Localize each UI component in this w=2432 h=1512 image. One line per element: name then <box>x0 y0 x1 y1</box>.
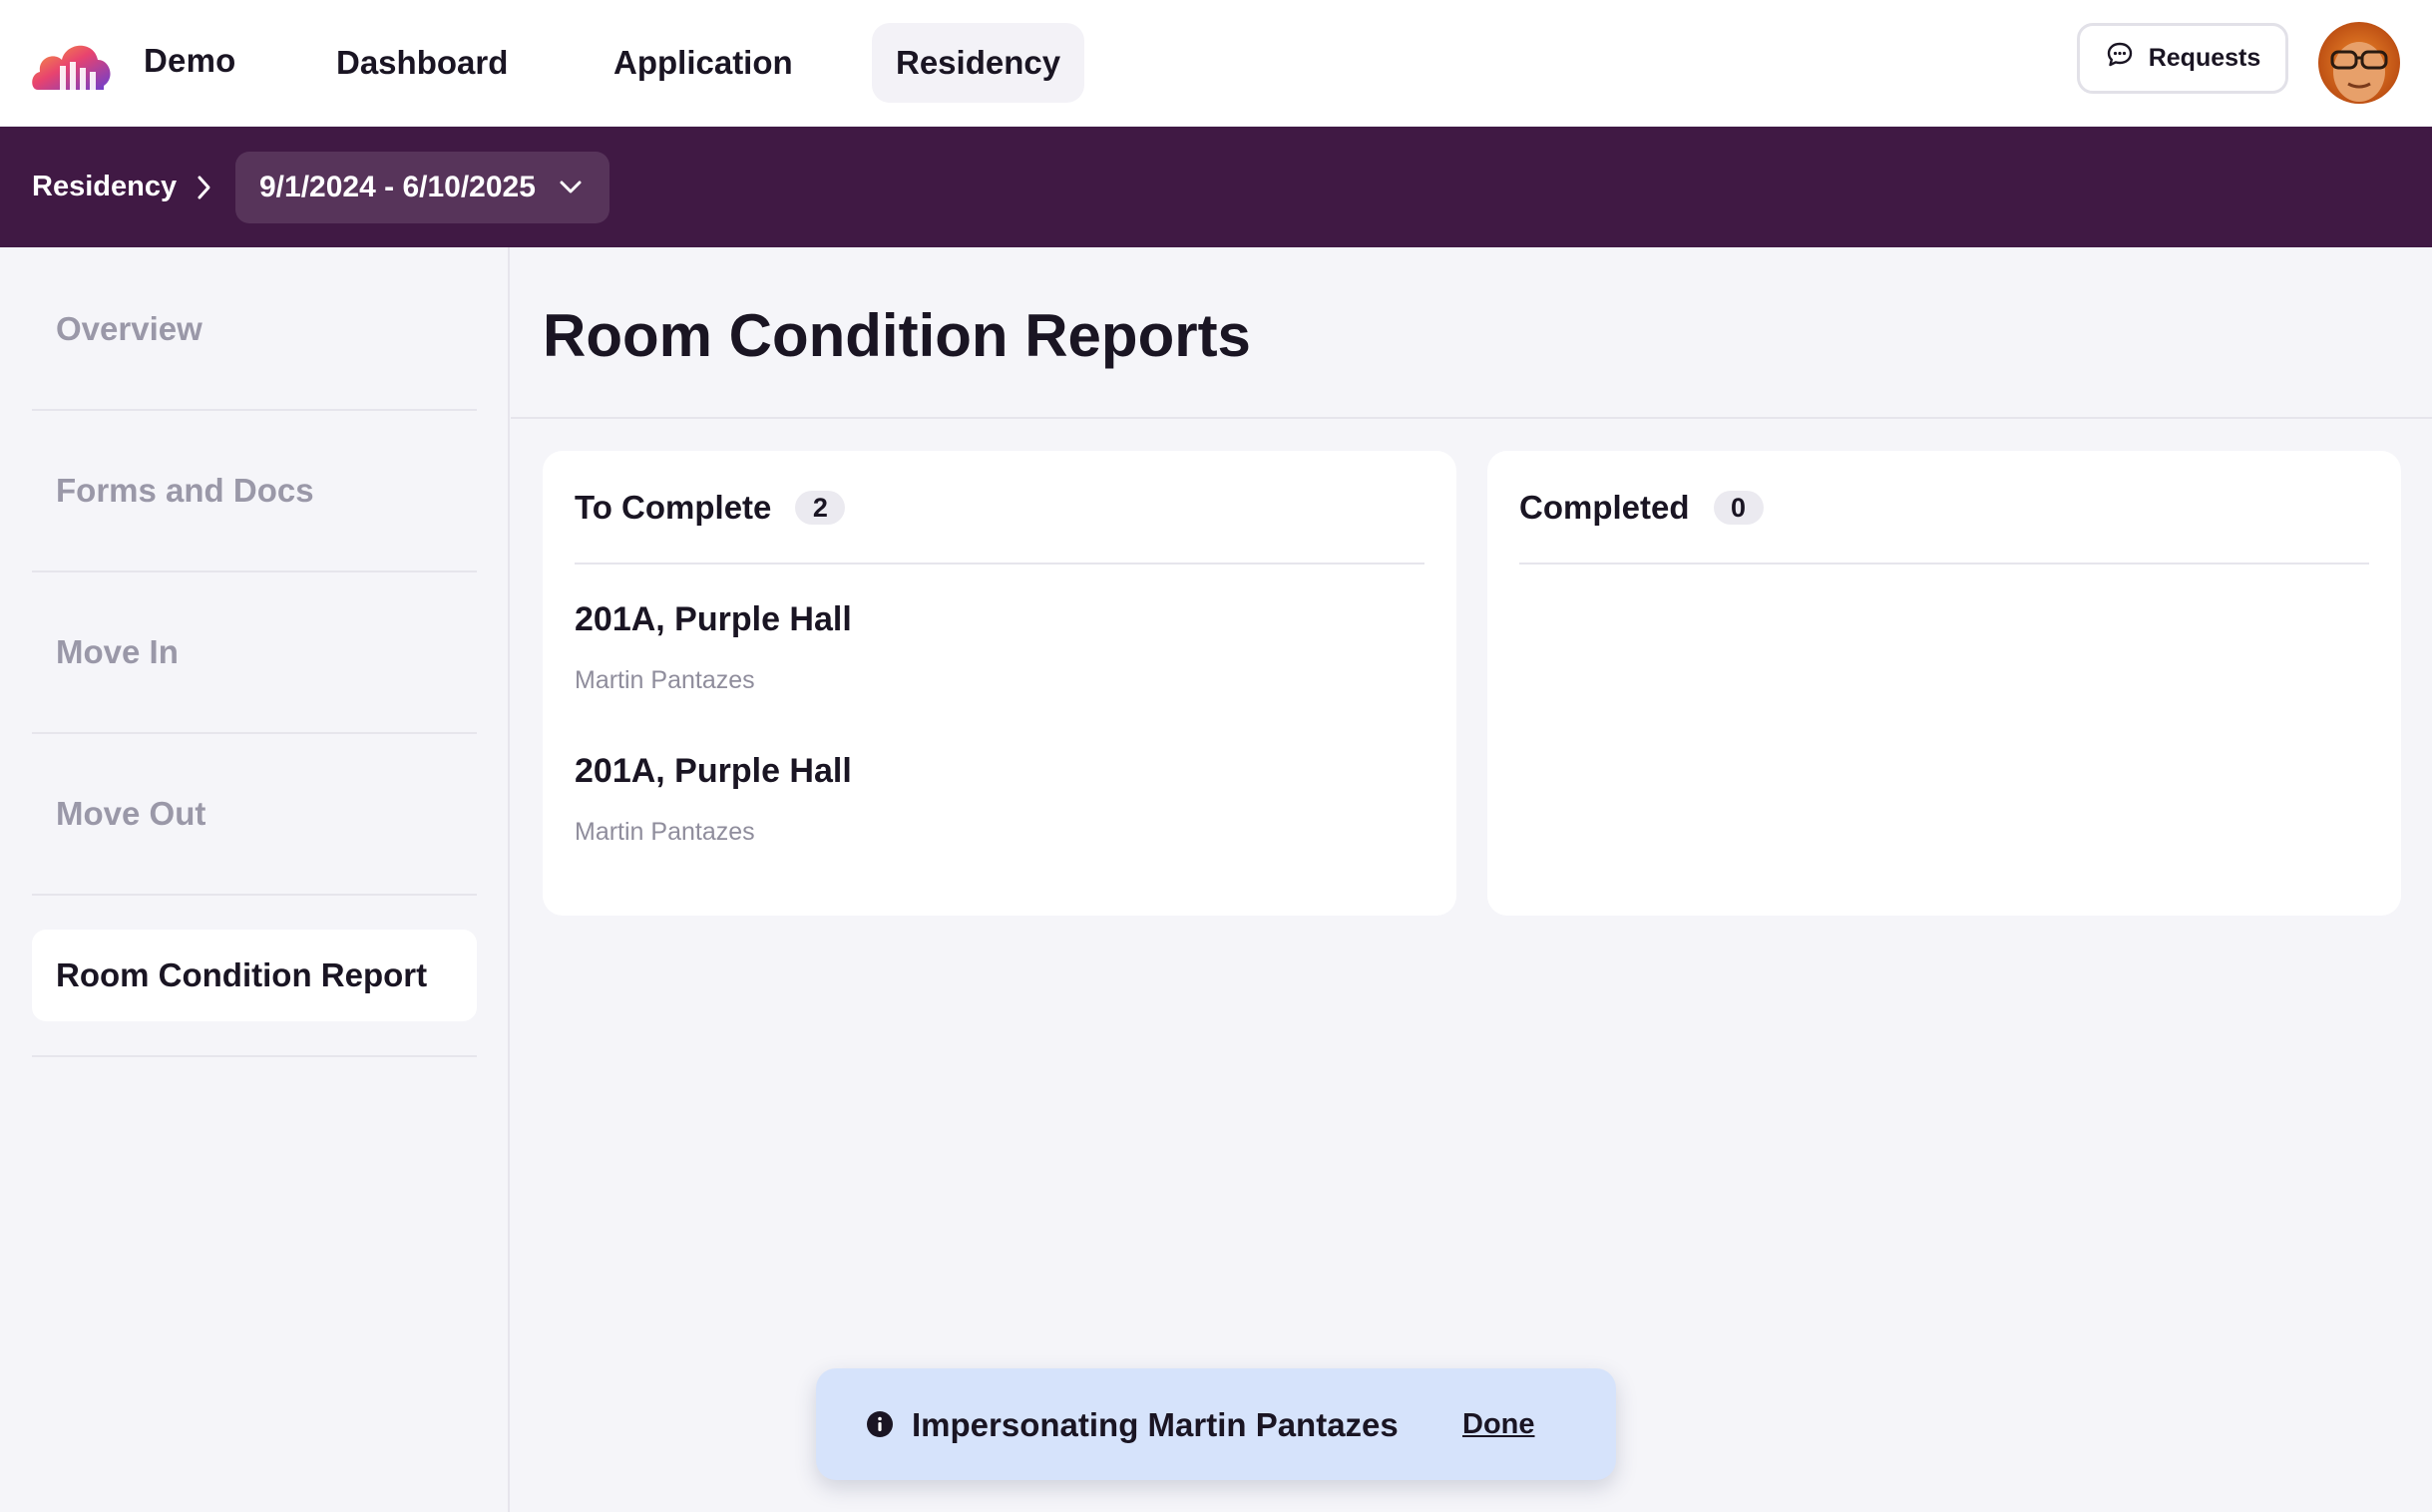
done-button[interactable]: Done <box>1462 1408 1535 1441</box>
chevron-right-icon <box>194 173 215 202</box>
term-dropdown[interactable]: 9/1/2024 - 6/10/2025 <box>235 152 609 223</box>
sidebar-item-move-out[interactable]: Move Out <box>32 768 477 860</box>
report-room: 201A, Purple Hall <box>575 752 852 790</box>
user-avatar[interactable] <box>2318 22 2400 104</box>
sidebar-item-room-condition-report[interactable]: Room Condition Report <box>32 930 477 1021</box>
impersonation-toast: Impersonating Martin Pantazes Done <box>816 1368 1616 1480</box>
sidebar: Overview Forms and Docs Move In Move Out… <box>0 247 510 1512</box>
sidebar-divider <box>32 409 477 411</box>
top-navigation: Demo Dashboard Application Residency Req… <box>0 0 2432 127</box>
report-person: Martin Pantazes <box>575 666 755 694</box>
info-icon <box>866 1410 894 1438</box>
term-dropdown-value: 9/1/2024 - 6/10/2025 <box>259 171 536 203</box>
chat-bubble-icon <box>2105 40 2135 77</box>
nav-application[interactable]: Application <box>590 23 817 103</box>
sidebar-divider <box>32 732 477 734</box>
sidebar-item-overview[interactable]: Overview <box>32 283 477 375</box>
nav-residency[interactable]: Residency <box>872 23 1085 103</box>
completed-header: Completed 0 <box>1519 489 1764 527</box>
to-complete-card: To Complete 2 201A, Purple Hall Martin P… <box>543 451 1456 916</box>
chevron-down-icon <box>558 171 584 204</box>
to-complete-header: To Complete 2 <box>575 489 846 527</box>
report-room: 201A, Purple Hall <box>575 600 852 638</box>
sidebar-divider <box>32 1055 477 1057</box>
completed-count-badge: 0 <box>1713 491 1764 525</box>
breadcrumb-residency[interactable]: Residency <box>32 171 177 203</box>
impersonation-message: Impersonating Martin Pantazes <box>912 1406 1399 1443</box>
requests-label: Requests <box>2148 44 2261 72</box>
page-title: Room Condition Reports <box>543 302 1251 369</box>
brand-logo-icon[interactable] <box>30 34 114 92</box>
sidebar-divider <box>32 570 477 572</box>
card-divider <box>575 563 1424 565</box>
completed-card: Completed 0 <box>1487 451 2401 916</box>
report-item[interactable]: 201A, Purple Hall Martin Pantazes <box>575 600 1424 740</box>
title-divider <box>511 417 2432 419</box>
sidebar-divider <box>32 894 477 896</box>
requests-button[interactable]: Requests <box>2077 23 2288 94</box>
sidebar-item-move-in[interactable]: Move In <box>32 606 477 698</box>
to-complete-count-badge: 2 <box>795 491 846 525</box>
report-person: Martin Pantazes <box>575 818 755 846</box>
org-name: Demo <box>144 42 236 79</box>
card-divider <box>1519 563 2369 565</box>
to-complete-title: To Complete <box>575 489 772 526</box>
sidebar-item-forms-and-docs[interactable]: Forms and Docs <box>32 445 477 537</box>
report-item[interactable]: 201A, Purple Hall Martin Pantazes <box>575 752 1424 892</box>
nav-dashboard[interactable]: Dashboard <box>312 23 532 103</box>
completed-title: Completed <box>1519 489 1690 526</box>
breadcrumb: Residency 9/1/2024 - 6/10/2025 <box>0 127 2432 247</box>
